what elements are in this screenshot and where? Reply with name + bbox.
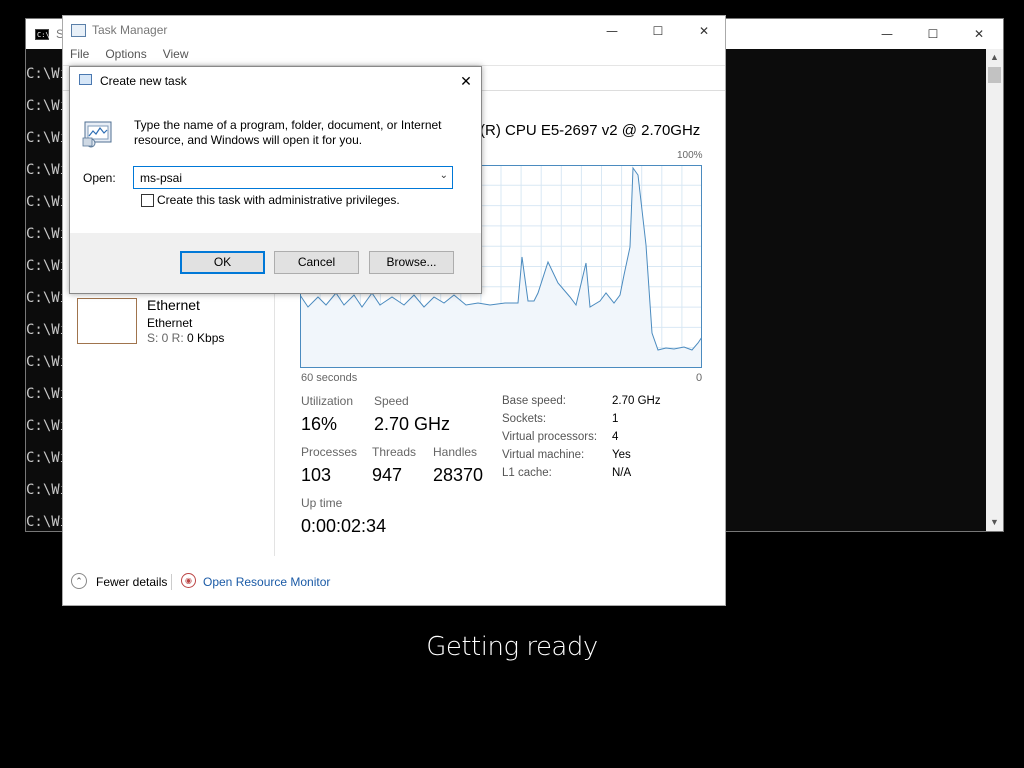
virtual-processors-value: 4	[612, 431, 619, 443]
status-message: Getting ready	[426, 632, 598, 662]
graph-time-span-label: 60 seconds	[301, 372, 358, 384]
dialog-titlebar[interactable]: Create new task ✕	[70, 67, 481, 95]
virtual-machine-label: Virtual machine:	[502, 449, 585, 461]
ethernet-throughput-value: 0 Kbps	[187, 331, 225, 345]
threads-label: Threads	[372, 445, 417, 459]
base-speed-label: Base speed:	[502, 395, 566, 407]
task-manager-titlebar[interactable]: Task Manager — ☐ ✕	[63, 16, 725, 46]
tm-maximize-button[interactable]: ☐	[635, 16, 681, 46]
scrollbar-thumb[interactable]	[988, 67, 1001, 83]
virtual-processors-label: Virtual processors:	[502, 431, 598, 443]
speed-label: Speed	[374, 394, 409, 408]
run-program-icon	[82, 121, 112, 148]
utilization-value: 16%	[301, 414, 338, 434]
dialog-button-bar: OK Cancel Browse...	[70, 233, 481, 293]
chevron-up-icon[interactable]: ⌃	[71, 573, 87, 589]
chevron-down-icon[interactable]: ⌄	[440, 170, 448, 181]
utilization-label: Utilization	[301, 394, 354, 408]
console-close-button[interactable]: ✕	[956, 19, 1002, 49]
ok-button[interactable]: OK	[180, 251, 265, 274]
run-dialog-title-icon	[79, 74, 92, 85]
console-app-icon: C:\	[35, 29, 50, 40]
admin-privileges-checkbox[interactable]	[141, 194, 154, 207]
dialog-description: Type the name of a program, folder, docu…	[134, 118, 442, 147]
threads-value: 947	[372, 465, 403, 485]
handles-value: 28370	[433, 465, 484, 485]
cancel-button[interactable]: Cancel	[274, 251, 359, 274]
open-resource-monitor-link[interactable]: Open Resource Monitor	[203, 575, 330, 589]
footer-separator	[171, 574, 172, 590]
handles-label: Handles	[433, 445, 478, 459]
processes-value: 103	[301, 465, 332, 485]
l1-cache-label: L1 cache:	[502, 467, 552, 479]
menu-view[interactable]: View	[163, 47, 189, 61]
sidebar-item-ethernet-throughput: S: 0 R: 0 Kbps	[147, 331, 224, 345]
tm-footer: ⌃ Fewer details ◉ Open Resource Monitor	[63, 571, 725, 593]
processes-label: Processes	[301, 445, 358, 459]
dialog-title: Create new task	[100, 74, 187, 88]
graph-zero-label: 0	[696, 372, 703, 384]
fewer-details-button[interactable]: Fewer details	[96, 575, 167, 589]
scroll-down-arrow-icon[interactable]: ▼	[986, 514, 1003, 531]
console-minimize-button[interactable]: —	[864, 19, 910, 49]
task-manager-title: Task Manager	[92, 23, 168, 37]
tm-close-button[interactable]: ✕	[681, 16, 727, 46]
open-label: Open:	[83, 171, 116, 185]
graph-max-label: 100%	[677, 150, 703, 161]
sockets-value: 1	[612, 413, 619, 425]
sidebar-item-ethernet-title[interactable]: Ethernet	[147, 297, 200, 313]
cpu-model-name: (R) CPU E5-2697 v2 @ 2.70GHz	[480, 122, 701, 139]
sidebar-item-ethernet-subtitle: Ethernet	[147, 316, 193, 330]
uptime-value: 0:00:02:34	[301, 516, 387, 536]
virtual-machine-value: Yes	[612, 449, 631, 461]
console-scrollbar[interactable]: ▲ ▼	[986, 49, 1003, 531]
ethernet-thumbnail-graph[interactable]	[77, 298, 137, 344]
console-maximize-button[interactable]: ☐	[910, 19, 956, 49]
create-new-task-dialog: Create new task ✕ Type the name of a pro…	[69, 66, 482, 294]
uptime-label: Up time	[301, 496, 343, 510]
tm-minimize-button[interactable]: —	[589, 16, 635, 46]
l1-cache-value: N/A	[612, 467, 632, 479]
base-speed-value: 2.70 GHz	[612, 395, 661, 407]
tm-menubar: File Options View	[63, 47, 198, 65]
ethernet-throughput-prefix: S: 0 R:	[147, 331, 188, 345]
dialog-close-button[interactable]: ✕	[451, 67, 481, 95]
resource-monitor-icon[interactable]: ◉	[181, 573, 196, 588]
open-combobox[interactable]: ms-psai ⌄	[133, 166, 453, 189]
menu-file[interactable]: File	[70, 47, 89, 61]
task-manager-icon	[71, 24, 86, 37]
browse-button[interactable]: Browse...	[369, 251, 454, 274]
open-input-value[interactable]: ms-psai	[140, 171, 182, 185]
sockets-label: Sockets:	[502, 413, 547, 425]
admin-privileges-label[interactable]: Create this task with administrative pri…	[157, 193, 400, 207]
speed-value: 2.70 GHz	[374, 414, 451, 434]
scroll-up-arrow-icon[interactable]: ▲	[986, 49, 1003, 66]
menu-options[interactable]: Options	[105, 47, 146, 61]
